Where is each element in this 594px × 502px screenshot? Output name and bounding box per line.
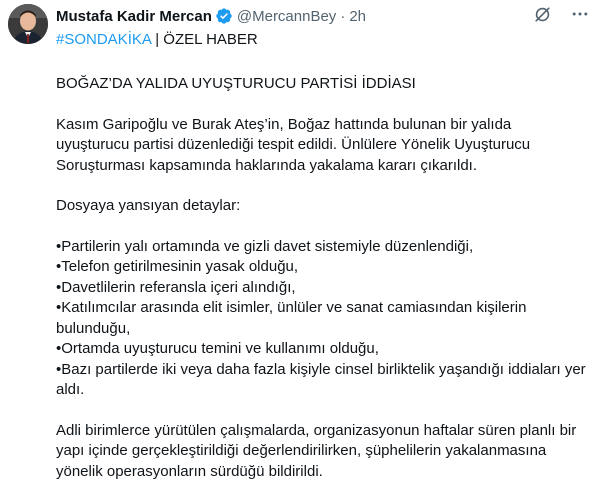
details-intro: Dosyaya yansıyan detaylar: (56, 197, 241, 214)
list-item: •Partilerin yalı ortamında ve gizli dave… (56, 237, 474, 255)
header-actions (532, 4, 590, 24)
more-icon[interactable] (570, 4, 590, 24)
post-headline: BOĞAZ’DA YALIDA UYUŞTURUCU PARTİSİ İDDİA… (56, 75, 416, 92)
separator-dot: · (340, 7, 346, 25)
verified-badge-icon[interactable] (215, 7, 233, 25)
tagline-text: | ÖZEL HABER (151, 31, 258, 48)
list-item: •Bazı partilerde iki veya daha fazla kiş… (56, 360, 586, 399)
list-item: •Davetlilerin referansla içeri alındığı, (56, 278, 296, 296)
avatar[interactable] (8, 4, 48, 44)
list-item: •Katılımcılar arasında elit isimler, ünl… (56, 299, 527, 337)
avatar-photo-icon (8, 4, 48, 44)
post-tagline: #SONDAKİKA | ÖZEL HABER (56, 30, 258, 50)
tweet: Mustafa Kadir Mercan @MercannBey · 2h #S (0, 0, 594, 480)
list-item: •Ortamda uyuşturucu temini ve kullanımı … (56, 340, 379, 357)
author-handle[interactable]: @MercannBey (237, 8, 336, 25)
grok-icon[interactable] (532, 4, 552, 24)
author-name[interactable]: Mustafa Kadir Mercan (56, 8, 212, 25)
details-list: •Partilerin yalı ortamında ve gizli dave… (56, 237, 586, 401)
tweet-header: Mustafa Kadir Mercan @MercannBey · 2h (56, 6, 586, 26)
post-timestamp[interactable]: 2h (349, 8, 366, 25)
list-item: •Telefon getirilmesinin yasak olduğu, (56, 258, 299, 275)
post-paragraph: Kasım Garipoğlu ve Burak Ateş’in, Boğaz … (56, 115, 531, 174)
hashtag-link[interactable]: #SONDAKİKA (56, 31, 151, 48)
post-closing: Adli birimlerce yürütülen çalışmalarda, … (56, 421, 577, 480)
post-body: BOĞAZ’DA YALIDA UYUŞTURUCU PARTİSİ İDDİA… (56, 74, 586, 502)
